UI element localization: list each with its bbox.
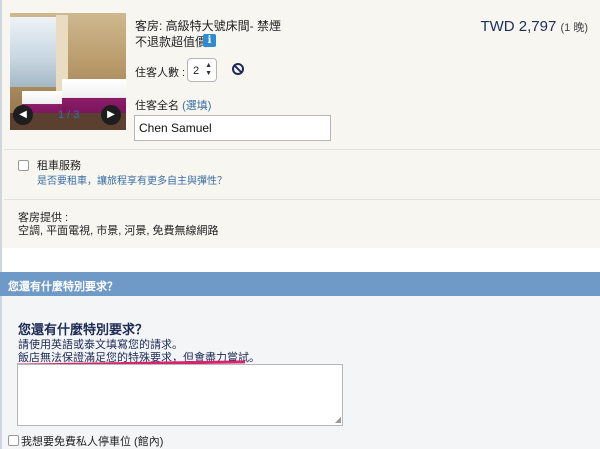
fullname-label: 住客全名 (選填) <box>135 97 211 113</box>
car-rental-title: 租車服務 <box>37 160 81 172</box>
divider <box>4 199 600 200</box>
room-title: 客房: 高級特大號床間- 禁煙 <box>135 19 281 33</box>
special-requests-textarea[interactable]: ◢ <box>17 364 343 426</box>
no-smoking-icon <box>232 63 244 75</box>
room-card: ◀ 1 / 3 ▶ 客房: 高級特大號床間- 禁煙 不退款超值價 i TWD 2… <box>2 0 600 248</box>
resize-grip-icon[interactable]: ◢ <box>335 416 341 424</box>
photo-counter: 1 / 3 <box>58 109 80 121</box>
guests-label: 住客人數 : <box>135 67 186 79</box>
divider <box>4 149 600 150</box>
parking-checkbox[interactable] <box>8 435 19 446</box>
price-nights: (1 晚) <box>560 22 589 34</box>
rate-type: 不退款超值價 <box>135 35 208 49</box>
fullname-label-text: 住客全名 <box>135 100 179 112</box>
room-photo[interactable]: ◀ 1 / 3 ▶ <box>10 13 126 130</box>
chevron-right-icon: ▶ <box>107 109 115 120</box>
section-gap <box>2 248 600 272</box>
price-amount: TWD 2,797 <box>480 18 557 35</box>
car-rental-description[interactable]: 是否要租車，讓旅程享有更多自主與彈性？ <box>37 172 227 187</box>
special-requests-header-title: 您還有什麼特別要求？ <box>8 281 118 293</box>
guests-select[interactable]: 2 ▲ ▼ <box>187 58 217 82</box>
photo-prev-button[interactable]: ◀ <box>13 105 33 125</box>
select-arrows-icon: ▲ ▼ <box>205 62 212 77</box>
room-price: TWD 2,797 (1 晚) <box>480 18 588 35</box>
photo-window <box>10 17 58 87</box>
special-requests-header: 您還有什麼特別要求？ <box>0 272 600 296</box>
car-rental-checkbox[interactable] <box>18 160 29 171</box>
guests-selected-value: 2 <box>193 65 200 77</box>
guest-fullname-input[interactable] <box>134 115 331 141</box>
info-icon[interactable]: i <box>203 34 216 47</box>
amenities-list: 空調, 平面電視, 市景, 河景, 免費無線網路 <box>18 225 219 237</box>
fullname-optional: (選填) <box>182 100 212 112</box>
chevron-left-icon: ◀ <box>19 109 27 120</box>
parking-label: 我想要免費私人停車位 (館內) <box>21 436 164 448</box>
photo-next-button[interactable]: ▶ <box>101 105 121 125</box>
